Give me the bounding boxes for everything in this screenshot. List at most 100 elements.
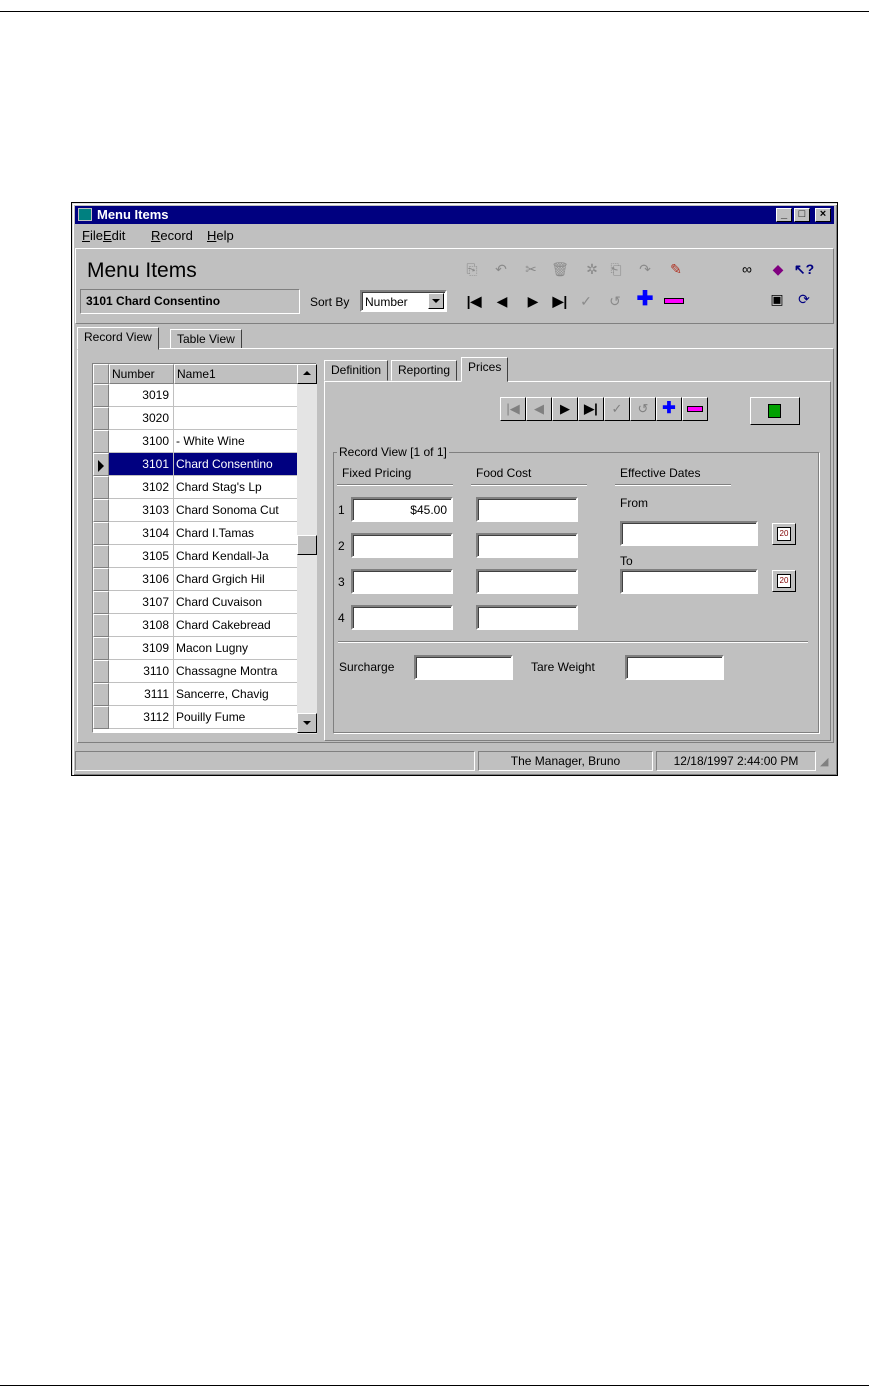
cell-name1[interactable]: Chard I.Tamas: [174, 522, 298, 545]
scroll-thumb[interactable]: [297, 535, 317, 555]
fixed-price-field[interactable]: [351, 569, 453, 594]
row-selector[interactable]: [93, 384, 109, 407]
scroll-up-button[interactable]: [297, 364, 317, 384]
cell-name1[interactable]: - White Wine: [174, 430, 298, 453]
dropdown-button[interactable]: [428, 293, 444, 309]
to-calendar-button[interactable]: 20: [772, 570, 796, 592]
app-icon[interactable]: [78, 208, 92, 221]
prev-record-icon[interactable]: ◀: [493, 293, 511, 309]
cell-name1[interactable]: Pouilly Fume: [174, 706, 298, 729]
menu-help[interactable]: Help: [207, 228, 234, 243]
menu-edit[interactable]: Edit: [103, 228, 125, 243]
cell-name1[interactable]: [174, 407, 298, 430]
row-selector[interactable]: [93, 407, 109, 430]
column-header-number[interactable]: Number: [109, 364, 174, 384]
row-selector[interactable]: [93, 453, 109, 476]
cell-name1[interactable]: Chard Cakebread: [174, 614, 298, 637]
cell-name1[interactable]: Chard Sonoma Cut: [174, 499, 298, 522]
cell-number[interactable]: 3100: [109, 430, 174, 453]
wand-icon[interactable]: ✎: [667, 261, 685, 277]
inner-revert-button[interactable]: ↺: [630, 397, 656, 421]
tab-prices[interactable]: Prices: [461, 357, 509, 382]
clear-icon[interactable]: ✲: [583, 261, 601, 277]
cell-number[interactable]: 3112: [109, 706, 174, 729]
fixed-price-field[interactable]: [351, 605, 453, 630]
cell-number[interactable]: 3105: [109, 545, 174, 568]
row-selector[interactable]: [93, 476, 109, 499]
inner-delete-button[interactable]: [682, 397, 708, 421]
inner-last-button[interactable]: ▶|: [578, 397, 604, 421]
cell-name1[interactable]: Chassagne Montra: [174, 660, 298, 683]
first-record-icon[interactable]: |◀: [465, 293, 483, 309]
context-help-icon[interactable]: ↖?: [793, 261, 815, 277]
tare-weight-field[interactable]: [625, 655, 724, 680]
surcharge-field[interactable]: [414, 655, 513, 680]
redo-icon[interactable]: ↷: [636, 261, 654, 277]
row-selector[interactable]: [93, 591, 109, 614]
add-record-icon[interactable]: ✚: [635, 289, 655, 309]
cell-number[interactable]: 3019: [109, 384, 174, 407]
row-selector[interactable]: [93, 614, 109, 637]
tab-definition[interactable]: Definition: [324, 360, 389, 381]
save-check-icon[interactable]: ✓: [577, 293, 595, 309]
close-button[interactable]: ×: [815, 208, 831, 222]
revert-icon[interactable]: ↺: [606, 293, 624, 309]
cell-number[interactable]: 3109: [109, 637, 174, 660]
menu-file[interactable]: File: [82, 228, 103, 243]
refresh-icon[interactable]: ⟳: [794, 291, 814, 307]
food-cost-field[interactable]: [476, 497, 578, 522]
copy-record-icon[interactable]: ⎘: [463, 261, 481, 277]
tab-table-view[interactable]: Table View: [170, 329, 242, 349]
column-header-name1[interactable]: Name1: [174, 364, 298, 384]
cell-number[interactable]: 3104: [109, 522, 174, 545]
paste-icon[interactable]: ⎗: [607, 261, 625, 277]
cell-number[interactable]: 3111: [109, 683, 174, 706]
cell-name1[interactable]: Chard Kendall-Ja: [174, 545, 298, 568]
food-cost-field[interactable]: [476, 605, 578, 630]
tab-record-view[interactable]: Record View: [77, 327, 159, 350]
display-icon[interactable]: ▣: [767, 291, 787, 307]
cell-number[interactable]: 3020: [109, 407, 174, 430]
row-selector[interactable]: [93, 545, 109, 568]
to-date-field[interactable]: [620, 569, 758, 594]
cut-icon[interactable]: ✂: [522, 261, 540, 277]
grid-scrollbar[interactable]: [297, 364, 317, 734]
inner-add-button[interactable]: ✚: [656, 397, 682, 421]
title-bar[interactable]: Menu Items _ □ ×: [75, 206, 834, 224]
inner-first-button[interactable]: |◀: [500, 397, 526, 421]
row-selector[interactable]: [93, 522, 109, 545]
inner-prev-button[interactable]: ◀: [526, 397, 552, 421]
last-record-icon[interactable]: ▶|: [550, 293, 570, 309]
cell-name1[interactable]: Macon Lugny: [174, 637, 298, 660]
book-icon[interactable]: ◆: [769, 261, 787, 277]
inner-next-button[interactable]: ▶: [552, 397, 578, 421]
cell-number[interactable]: 3107: [109, 591, 174, 614]
row-selector[interactable]: [93, 637, 109, 660]
next-record-icon[interactable]: ▶: [524, 293, 542, 309]
inner-save-button[interactable]: ✓: [604, 397, 630, 421]
row-selector[interactable]: [93, 706, 109, 729]
binoculars-icon[interactable]: ∞: [738, 261, 756, 277]
cell-name1[interactable]: Chard Grgich Hil: [174, 568, 298, 591]
food-cost-field[interactable]: [476, 533, 578, 558]
row-selector[interactable]: [93, 430, 109, 453]
cell-name1[interactable]: Chard Stag's Lp: [174, 476, 298, 499]
row-selector[interactable]: [93, 660, 109, 683]
resize-grip-icon[interactable]: ◢: [820, 755, 828, 768]
cell-number[interactable]: 3103: [109, 499, 174, 522]
delete-record-icon[interactable]: [664, 298, 684, 304]
cell-number[interactable]: 3101: [109, 453, 174, 476]
cell-number[interactable]: 3108: [109, 614, 174, 637]
cell-number[interactable]: 3102: [109, 476, 174, 499]
sort-by-select[interactable]: Number: [360, 290, 447, 312]
calculator-button[interactable]: [750, 397, 800, 425]
cell-name1[interactable]: Chard Consentino: [174, 453, 298, 476]
fixed-price-field[interactable]: $45.00: [351, 497, 453, 522]
fixed-price-field[interactable]: [351, 533, 453, 558]
minimize-button[interactable]: _: [776, 208, 792, 222]
trash-icon[interactable]: 🗑: [551, 261, 569, 277]
row-selector[interactable]: [93, 568, 109, 591]
cell-number[interactable]: 3106: [109, 568, 174, 591]
cell-name1[interactable]: Chard Cuvaison: [174, 591, 298, 614]
from-date-field[interactable]: [620, 521, 758, 546]
